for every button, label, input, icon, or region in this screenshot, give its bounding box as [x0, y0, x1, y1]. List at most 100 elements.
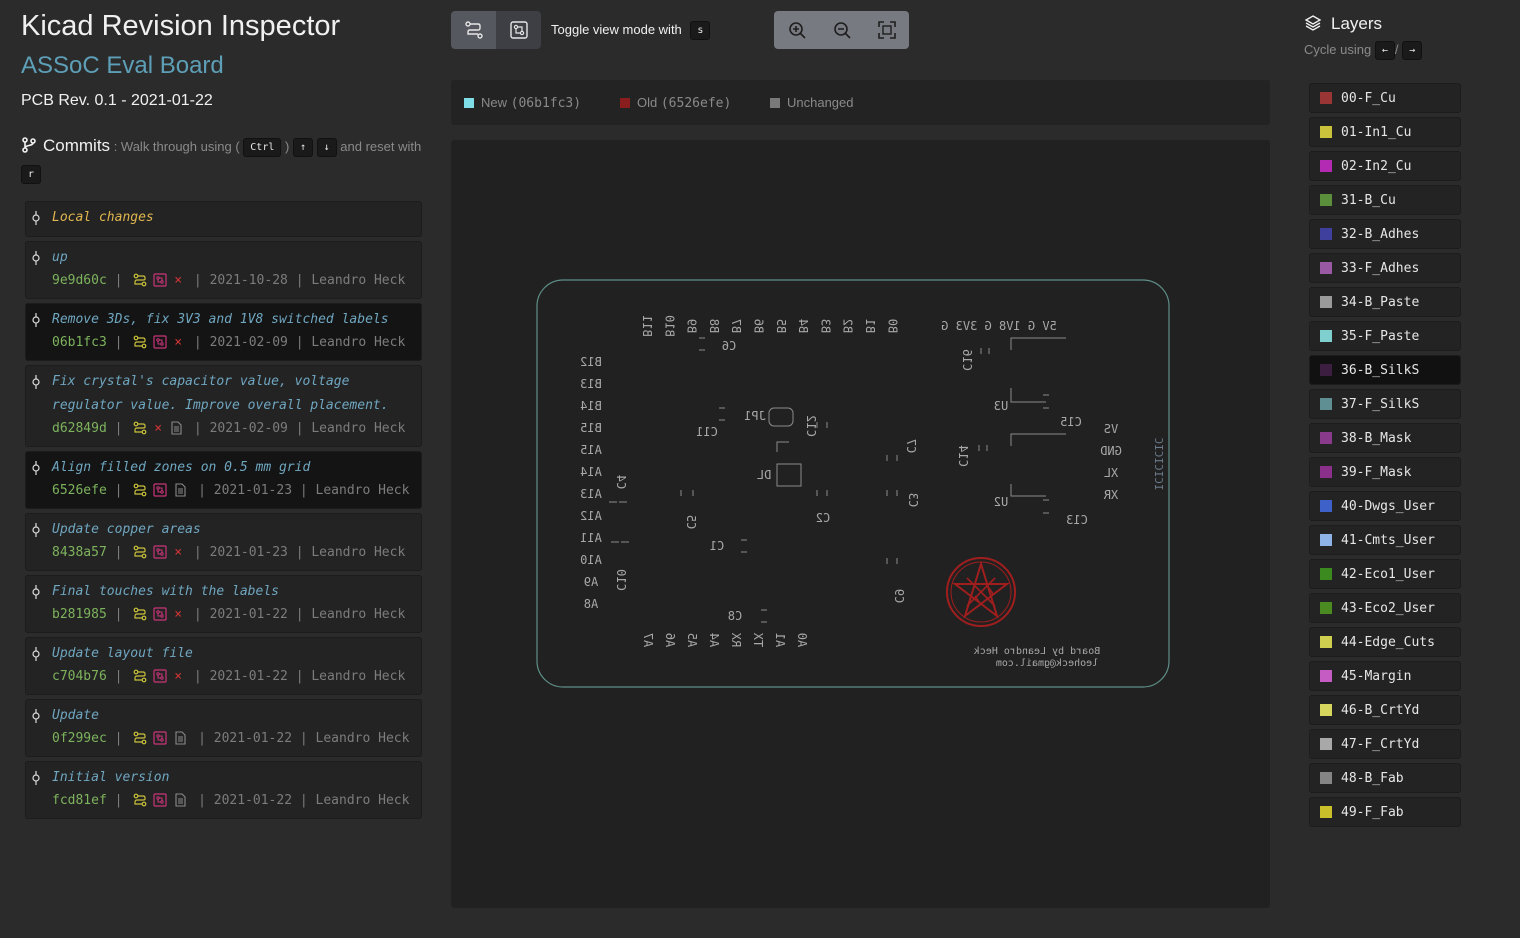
no-change-mark: ×: [174, 607, 183, 622]
layers-title: Layers: [1331, 14, 1383, 33]
pin-label: B2: [841, 319, 855, 333]
commit-item[interactable]: Final touches with the labels b281985 | ×…: [25, 575, 422, 633]
commit-item[interactable]: Fix crystal's capacitor value, voltage r…: [25, 365, 422, 447]
layer-item[interactable]: 41-Cmts_User: [1309, 525, 1461, 555]
power-pin-labels: 5V G 1V8 G 3V3 G: [941, 319, 1057, 333]
layer-item[interactable]: 47-F_CrtYd: [1309, 729, 1461, 759]
commit-item[interactable]: Align filled zones on 0.5 mm grid 6526efe…: [25, 451, 422, 509]
pin-label: VS: [1104, 422, 1118, 436]
layer-item[interactable]: 36-B_SilkS: [1309, 355, 1461, 385]
layer-item[interactable]: 32-B_Adhes: [1309, 219, 1461, 249]
layer-item[interactable]: 01-In1_Cu: [1309, 117, 1461, 147]
component-ref: C4: [614, 475, 628, 489]
commit-node-icon: [32, 709, 40, 723]
pin-label: B12: [580, 355, 602, 369]
component-ref: C2: [816, 511, 830, 525]
schematic-changed-icon: [133, 421, 147, 435]
commit-hash: 9e9d60c: [52, 273, 107, 288]
layer-color-swatch: [1320, 262, 1332, 274]
zoom-out-button[interactable]: [819, 11, 864, 49]
no-change-mark: ×: [174, 273, 183, 288]
pcb-view-button[interactable]: [451, 11, 496, 49]
commits-header: Commits : Walk through using ( Ctrl ) ↑ …: [21, 132, 426, 187]
layer-name: 00-F_Cu: [1341, 90, 1396, 106]
commit-item[interactable]: Update copper areas 8438a57 | × | 2021-01…: [25, 513, 422, 571]
legend-new: New (06b1fc3): [464, 95, 581, 111]
layer-item[interactable]: 40-Dwgs_User: [1309, 491, 1461, 521]
commit-meta: b281985 | × | 2021-01-22 | Leandro Heck: [52, 607, 406, 622]
schematic-view-button[interactable]: [496, 11, 541, 49]
pin-label: GND: [1100, 444, 1122, 458]
layer-item[interactable]: 45-Margin: [1309, 661, 1461, 691]
no-change-mark: ×: [174, 669, 183, 684]
view-mode-toggle: [451, 11, 541, 49]
component-ref: C5: [684, 515, 698, 529]
schematic-changed-icon: [133, 545, 147, 559]
layer-name: 37-F_SilkS: [1341, 396, 1420, 412]
component-ref: DL: [757, 468, 771, 482]
layer-name: 31-B_Cu: [1341, 192, 1396, 208]
layer-item[interactable]: 35-F_Paste: [1309, 321, 1461, 351]
component-ref: C1: [710, 539, 724, 553]
commit-hash: fcd81ef: [52, 793, 107, 808]
pcb-viewer[interactable]: B11 B10 B9 B8 B7 B6 B5 B4 B3 B2 B1 B0 5V G 1V8 G 3V3…: [451, 140, 1270, 908]
layer-name: 41-Cmts_User: [1341, 532, 1435, 548]
layer-item[interactable]: 49-F_Fab: [1309, 797, 1461, 827]
layer-name: 45-Margin: [1341, 668, 1412, 684]
commit-date: 2021-01-23: [209, 545, 288, 560]
commit-item[interactable]: Initial version fcd81ef | | 2021-01-22 | …: [25, 761, 422, 819]
commit-date: 2021-02-09: [209, 335, 288, 350]
board-email: leoheck@gmail.com: [996, 658, 1098, 669]
hazard-logo: [946, 557, 1016, 627]
layer-name: 36-B_SilkS: [1341, 362, 1420, 378]
layer-color-swatch: [1320, 228, 1332, 240]
layer-item[interactable]: 00-F_Cu: [1309, 83, 1461, 113]
layers-icon: [1304, 15, 1322, 31]
layer-item[interactable]: 44-Edge_Cuts: [1309, 627, 1461, 657]
pcb-board-render: B11 B10 B9 B8 B7 B6 B5 B4 B3 B2 B1 B0 5V G 1V8 G 3V3…: [536, 279, 1170, 688]
pin-label: B4: [796, 319, 810, 333]
layer-item[interactable]: 38-B_Mask: [1309, 423, 1461, 453]
layer-item[interactable]: 31-B_Cu: [1309, 185, 1461, 215]
commit-date: 2021-02-09: [209, 421, 288, 436]
schematic-changed-icon: [133, 607, 147, 621]
commit-author: Leandro Heck: [311, 545, 406, 560]
commit-local-changes[interactable]: Local changes: [25, 201, 422, 237]
layer-item[interactable]: 02-In2_Cu: [1309, 151, 1461, 181]
pin-label: B6: [752, 319, 766, 333]
pin-label: A0: [795, 633, 809, 647]
layer-item[interactable]: 46-B_CrtYd: [1309, 695, 1461, 725]
pcb-changed-icon: [153, 731, 167, 745]
schematic-changed-icon: [133, 669, 147, 683]
commit-item[interactable]: Update 0f299ec | | 2021-01-22 | Leandro H…: [25, 699, 422, 757]
commit-node-icon: [32, 585, 40, 599]
layer-item[interactable]: 43-Eco2_User: [1309, 593, 1461, 623]
layer-color-swatch: [1320, 432, 1332, 444]
board-name: ASSoC Eval Board: [21, 52, 224, 79]
commit-node-icon: [32, 375, 40, 389]
pin-label: XL: [1104, 466, 1118, 480]
layer-name: 02-In2_Cu: [1341, 158, 1412, 174]
commit-item[interactable]: Remove 3Ds, fix 3V3 and 1V8 switched lab…: [25, 303, 422, 361]
layer-name: 40-Dwgs_User: [1341, 498, 1435, 514]
component-ref: C9: [892, 589, 906, 603]
layer-color-swatch: [1320, 500, 1332, 512]
fit-view-button[interactable]: [864, 11, 909, 49]
zoom-in-button[interactable]: [774, 11, 819, 49]
layer-item[interactable]: 34-B_Paste: [1309, 287, 1461, 317]
pin-label: A10: [580, 553, 602, 567]
pin-label: B9: [685, 319, 699, 333]
commit-item[interactable]: Update layout file c704b76 | × | 2021-01-…: [25, 637, 422, 695]
layer-list: 00-F_Cu 01-In1_Cu 02-In2_Cu 31-B_Cu 32-B_Adh…: [1309, 83, 1461, 831]
layer-color-swatch: [1320, 602, 1332, 614]
legend-old: Old (6526efe): [620, 95, 731, 111]
layer-item[interactable]: 48-B_Fab: [1309, 763, 1461, 793]
component-ref: C8: [728, 609, 742, 623]
layer-item[interactable]: 37-F_SilkS: [1309, 389, 1461, 419]
layer-item[interactable]: 39-F_Mask: [1309, 457, 1461, 487]
layer-item[interactable]: 33-F_Adhes: [1309, 253, 1461, 283]
layer-item[interactable]: 42-Eco1_User: [1309, 559, 1461, 589]
commit-item[interactable]: up 9e9d60c | × | 2021-10-28 | Leandro Hec…: [25, 241, 422, 299]
commits-title: Commits: [43, 136, 111, 155]
commit-meta: d62849d | × | 2021-02-09 | Leandro Heck: [52, 421, 406, 436]
